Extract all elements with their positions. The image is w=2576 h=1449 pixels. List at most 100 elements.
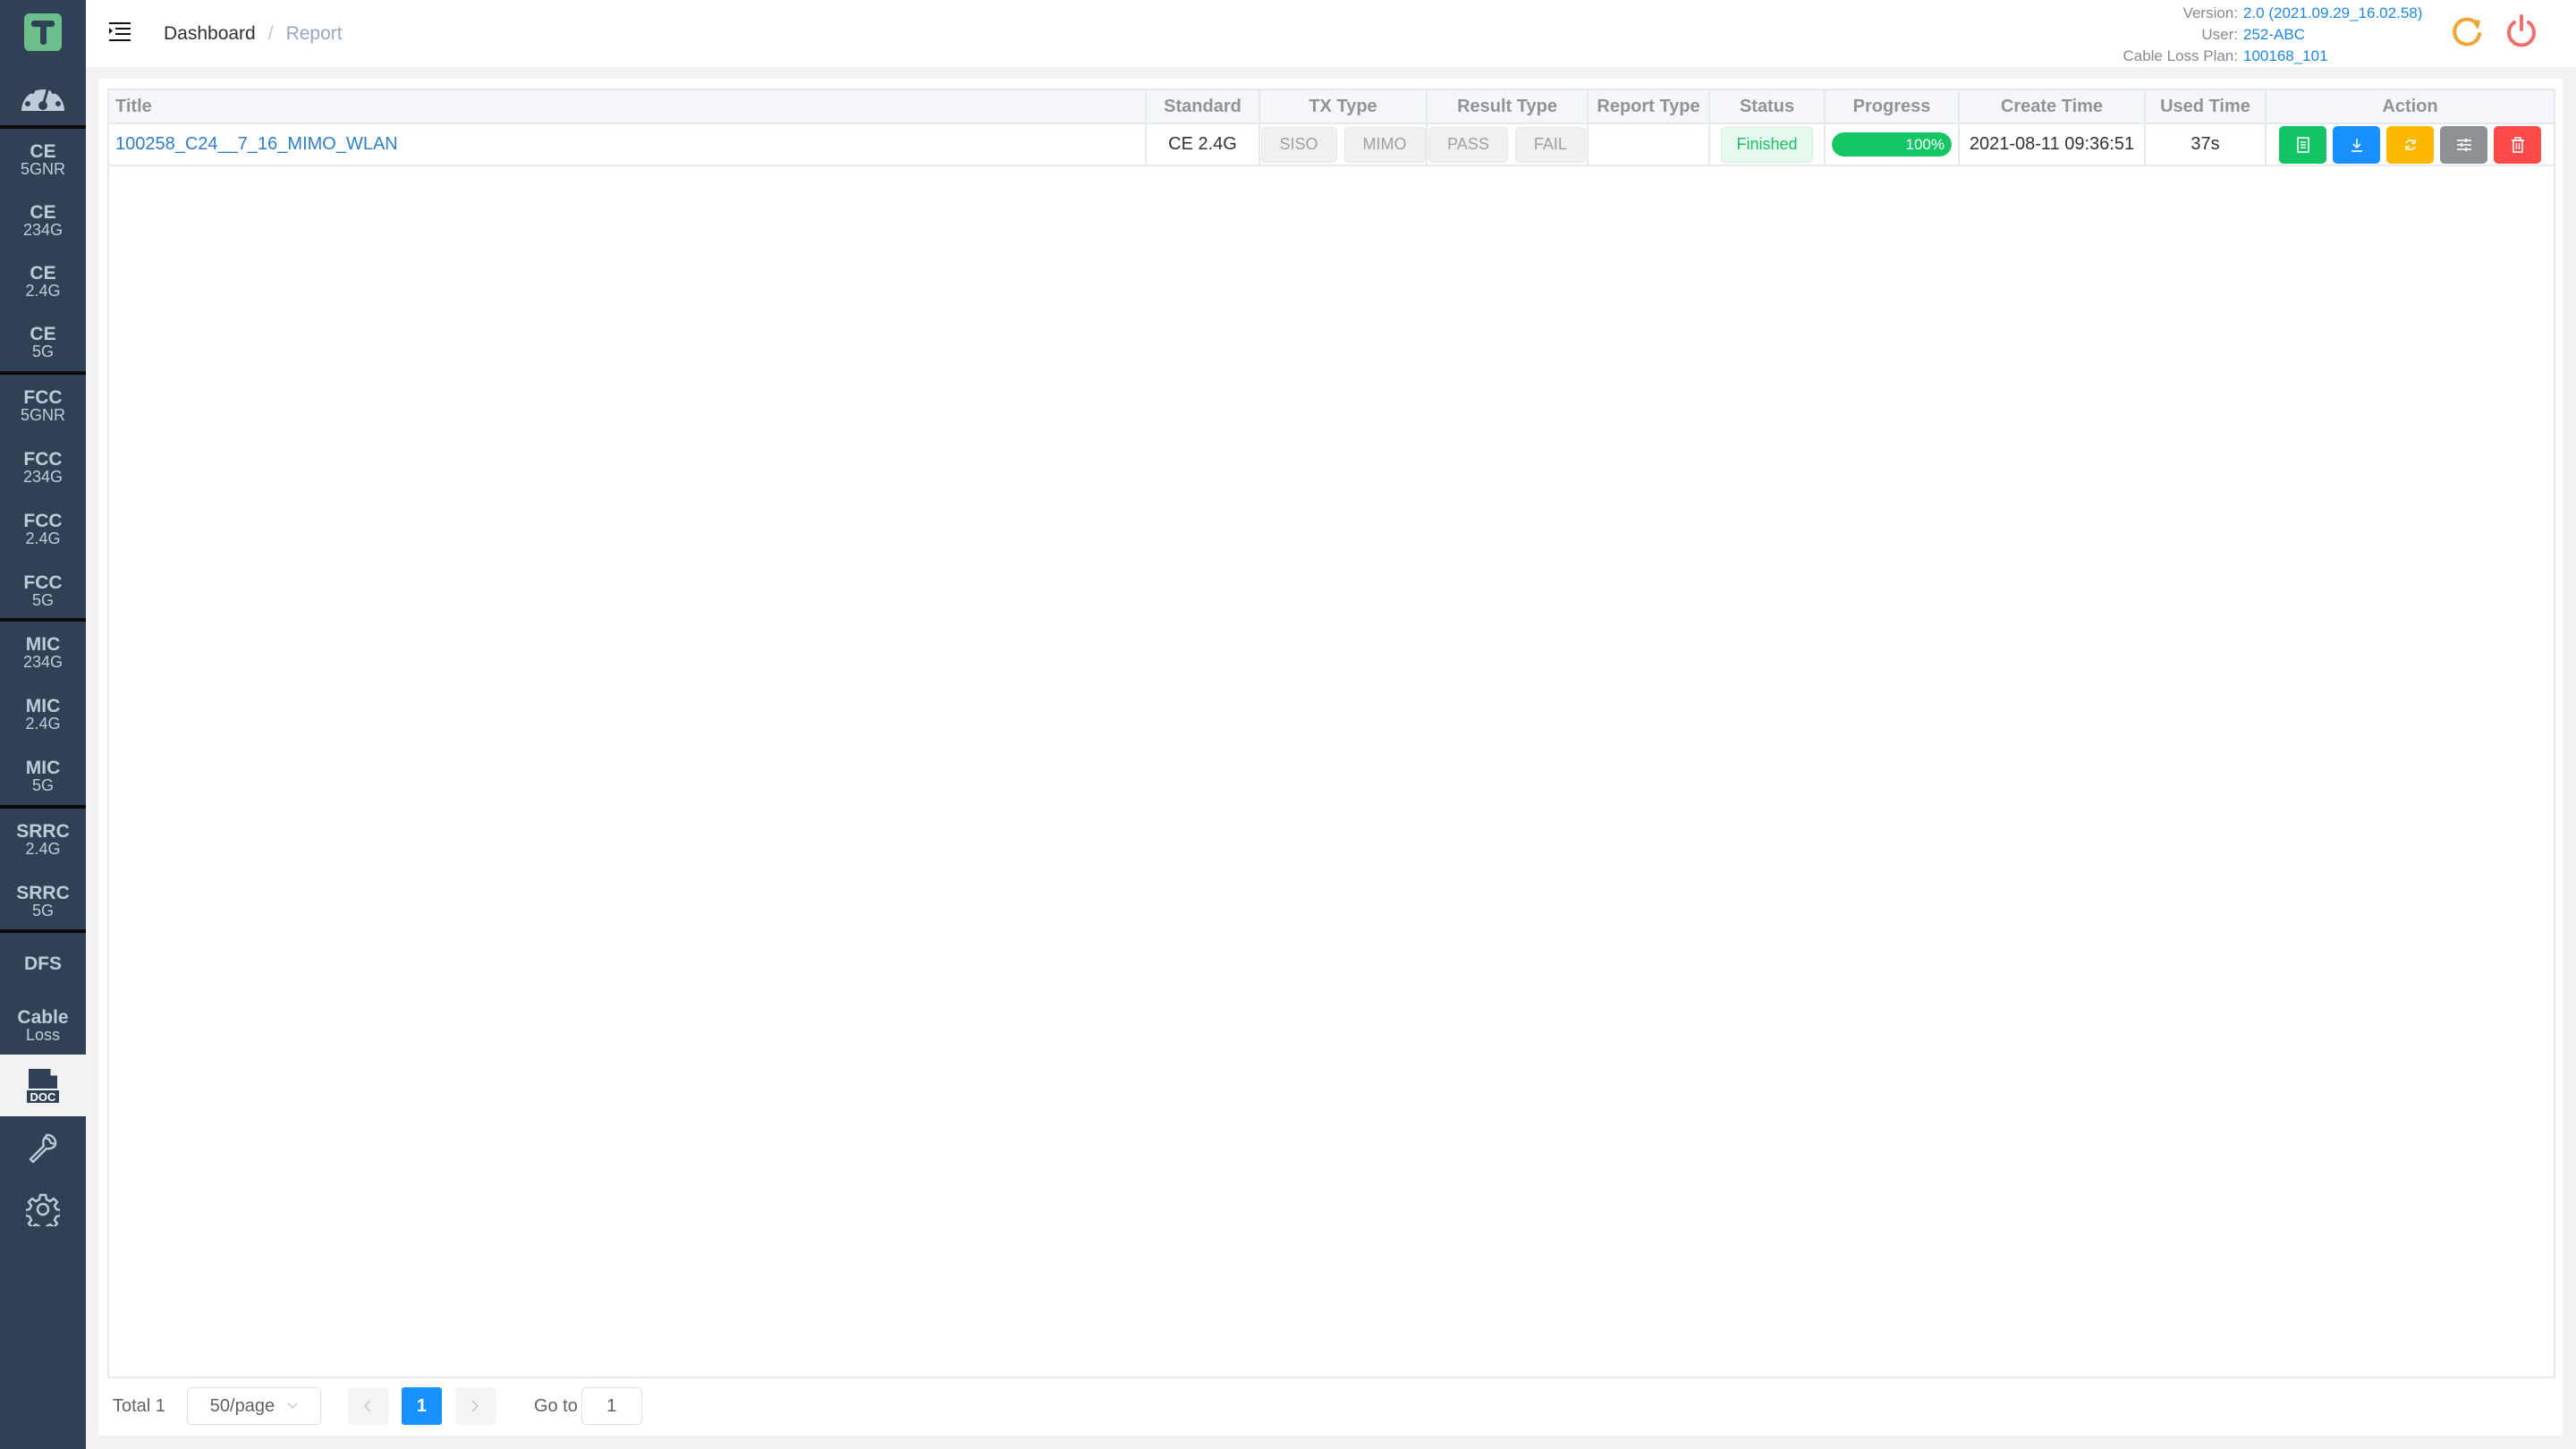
item-band-label: 5GNR xyxy=(20,159,65,178)
item-group-label: CE xyxy=(30,323,56,344)
item-band-label: 2.4G xyxy=(25,715,61,733)
user-value: 252-ABC xyxy=(2243,26,2305,43)
item-group-label: Cable xyxy=(17,1007,69,1028)
item-group-label: CE xyxy=(30,262,56,284)
sidebar-item-mic-2-4g[interactable]: MIC 2.4G xyxy=(0,683,86,745)
sidebar-item-dashboard[interactable] xyxy=(0,64,86,125)
sidebar-item-cable-loss[interactable]: Cable Loss xyxy=(0,995,86,1056)
sidebar-item-srrc-2-4g[interactable]: SRRC 2.4G xyxy=(0,809,86,870)
item-band-label: 2.4G xyxy=(25,530,61,547)
column-header-result-type[interactable]: Result Type xyxy=(1428,90,1589,123)
app-logo xyxy=(0,0,86,64)
trash-icon xyxy=(2511,136,2524,153)
column-header-report-type[interactable]: Report Type xyxy=(1589,90,1710,123)
sidebar-item-dfs[interactable]: DFS xyxy=(0,933,86,995)
user-label: User: xyxy=(2201,26,2238,43)
item-band-label: 234G xyxy=(22,220,64,239)
column-header-title[interactable]: Title xyxy=(109,90,1147,123)
download-button[interactable] xyxy=(2333,125,2380,164)
sidebar-item-ce-2-4g[interactable]: CE 2.4G xyxy=(0,250,86,311)
pagination: Total 1 50/page 1 Go to 1 xyxy=(113,1387,642,1425)
item-band-label: 2.4G xyxy=(25,281,61,300)
sidebar-item-fcc-2-4g[interactable]: FCC 2.4G xyxy=(0,498,86,560)
goto-label: Go to xyxy=(533,1395,578,1416)
column-header-create-time[interactable]: Create Time xyxy=(1960,90,2146,123)
sidebar-item-fcc-5gnr[interactable]: FCC 5GNR xyxy=(0,375,86,436)
breadcrumb-dashboard[interactable]: Dashboard xyxy=(164,21,256,47)
item-band-label: 5G xyxy=(31,591,54,609)
page-size-select[interactable]: 50/page xyxy=(186,1387,321,1425)
chevron-right-icon xyxy=(471,1400,479,1412)
menu-toggle-icon[interactable] xyxy=(109,22,131,42)
breadcrumb-report: Report xyxy=(285,23,343,44)
sidebar-item-mic-5g[interactable]: MIC 5G xyxy=(0,745,86,807)
item-band-label: 234G xyxy=(22,468,64,486)
report-type-cell xyxy=(1589,124,1710,165)
item-group-label: FCC xyxy=(23,572,63,593)
dashboard-gauge-icon xyxy=(21,83,64,111)
sidebar-item-tools[interactable] xyxy=(0,1116,86,1178)
item-band-label: 2.4G xyxy=(25,840,61,858)
column-header-status[interactable]: Status xyxy=(1710,90,1826,123)
svg-text:DOC: DOC xyxy=(30,1090,57,1104)
used-time-cell: 37s xyxy=(2146,124,2267,165)
next-page-button[interactable] xyxy=(454,1387,496,1425)
sidebar-item-fcc-5g[interactable]: FCC 5G xyxy=(0,560,86,622)
standard-cell: CE 2.4G xyxy=(1147,124,1260,165)
logo-t-icon xyxy=(24,13,62,51)
sidebar: CE 5GNR CE 234G CE 2.4G CE 5G FCC 5GNR FCC 234… xyxy=(0,0,86,1449)
wrench-icon xyxy=(29,1133,57,1163)
create-time-cell: 2021-08-11 09:36:51 xyxy=(1960,124,2146,165)
column-header-action: Action xyxy=(2382,96,2438,116)
item-group-label: SRRC xyxy=(16,821,70,842)
item-group-label: DFS xyxy=(24,953,62,974)
item-group-label: CE xyxy=(30,201,56,223)
chevron-left-icon xyxy=(364,1400,371,1412)
cable-loss-plan-label: Cable Loss Plan: xyxy=(2123,47,2238,64)
item-band-label: 5G xyxy=(31,776,54,794)
refresh-icon[interactable] xyxy=(2448,13,2486,50)
item-group-label: FCC xyxy=(23,511,63,531)
download-icon xyxy=(2351,138,2362,152)
refresh-icon xyxy=(2404,139,2416,150)
table-row: 100258_C24__7_16_MIMO_WLAN CE 2.4G SISO … xyxy=(109,124,2554,166)
goto-page-input[interactable]: 1 xyxy=(580,1387,642,1425)
result-fail-tag[interactable]: FAIL xyxy=(1514,126,1586,163)
document-icon xyxy=(2296,136,2309,153)
delete-button[interactable] xyxy=(2494,125,2541,164)
page-number-1[interactable]: 1 xyxy=(401,1387,442,1425)
power-icon[interactable] xyxy=(2503,13,2540,50)
sidebar-item-ce-234g[interactable]: CE 234G xyxy=(0,190,86,250)
settings-button[interactable] xyxy=(2440,125,2487,164)
report-panel: Title Standard TX Type Result Type Repor… xyxy=(98,79,2563,1436)
item-group-label: MIC xyxy=(25,758,61,778)
regenerate-button[interactable] xyxy=(2386,125,2434,164)
item-group-label: MIC xyxy=(25,634,61,655)
status-cell: Finished xyxy=(1710,124,1826,165)
item-band-label: 234G xyxy=(22,653,64,671)
top-header: Dashboard / Report Version: 2.0 (2021.09.… xyxy=(86,0,2576,67)
sidebar-item-srrc-5g[interactable]: SRRC 5G xyxy=(0,870,86,932)
system-info: Version: 2.0 (2021.09.29_16.02.58) User: 2… xyxy=(2059,3,2431,67)
item-group-label: FCC xyxy=(23,449,63,470)
sidebar-item-settings[interactable] xyxy=(0,1178,86,1240)
sidebar-item-mic-234g[interactable]: MIC 234G xyxy=(0,622,86,683)
sliders-icon xyxy=(2456,138,2471,151)
tx-type-siso-tag[interactable]: SISO xyxy=(1260,126,1337,163)
result-pass-tag[interactable]: PASS xyxy=(1428,126,1508,163)
chevron-down-icon xyxy=(287,1402,298,1409)
sidebar-item-ce-5g[interactable]: CE 5G xyxy=(0,311,86,372)
view-report-button[interactable] xyxy=(2279,125,2326,164)
progress-bar: 100% xyxy=(1832,132,1952,157)
sidebar-item-fcc-234g[interactable]: FCC 234G xyxy=(0,436,86,498)
column-header-progress[interactable]: Progress xyxy=(1826,90,1960,123)
tx-type-mimo-tag[interactable]: MIMO xyxy=(1343,126,1426,163)
column-header-tx-type[interactable]: TX Type xyxy=(1260,90,1428,123)
status-badge: Finished xyxy=(1721,126,1813,163)
report-title-link[interactable]: 100258_C24__7_16_MIMO_WLAN xyxy=(109,124,1147,165)
column-header-used-time[interactable]: Used Time xyxy=(2146,90,2267,123)
sidebar-item-ce-5gnr[interactable]: CE 5GNR xyxy=(0,129,86,190)
prev-page-button[interactable] xyxy=(347,1387,388,1425)
column-header-standard[interactable]: Standard xyxy=(1147,90,1260,123)
sidebar-item-report[interactable]: DOC xyxy=(0,1055,86,1116)
